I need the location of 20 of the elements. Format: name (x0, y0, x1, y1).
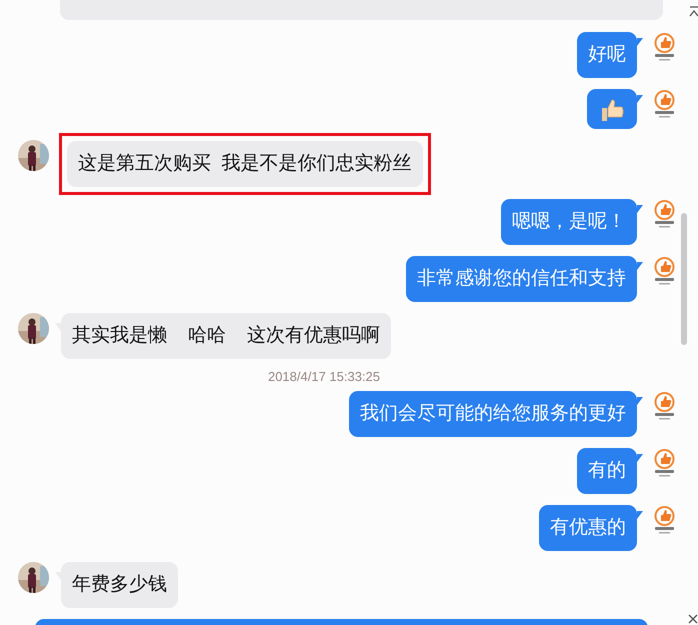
bubble-tail (637, 397, 643, 406)
bubble-tail (637, 205, 643, 214)
message-bubble: 嗯嗯，是呢！ (501, 199, 637, 246)
message-timestamp: 2018/4/17 15:33:25 (268, 369, 380, 386)
message-bubble: 非常感谢您的信任和支持 (406, 256, 637, 302)
bubble-tail (637, 38, 643, 46)
message-bubble: 好呢 (577, 32, 637, 78)
bubble-tail (637, 511, 643, 520)
message-bubble: 其实我是懒 哈哈 这次有优惠吗啊 (61, 313, 392, 360)
scroll-to-top-icon[interactable] (689, 6, 698, 18)
message-bubble: 我们会尽可能的给您服务的更好 (349, 391, 637, 438)
bubble-tail (637, 262, 643, 270)
bubble-tail (637, 454, 643, 462)
close-icon[interactable] (688, 614, 698, 624)
message-bubble: 年费多少钱 (61, 562, 178, 608)
thumbs-up-icon (599, 97, 625, 123)
message-bubble: 有优惠的 (539, 505, 637, 552)
message-bubble: 这是第五次购买 我是不是你们忠实粉丝 (67, 141, 423, 188)
scrollbar-thumb[interactable] (681, 213, 687, 345)
message-bubble: 有的 (577, 448, 637, 494)
